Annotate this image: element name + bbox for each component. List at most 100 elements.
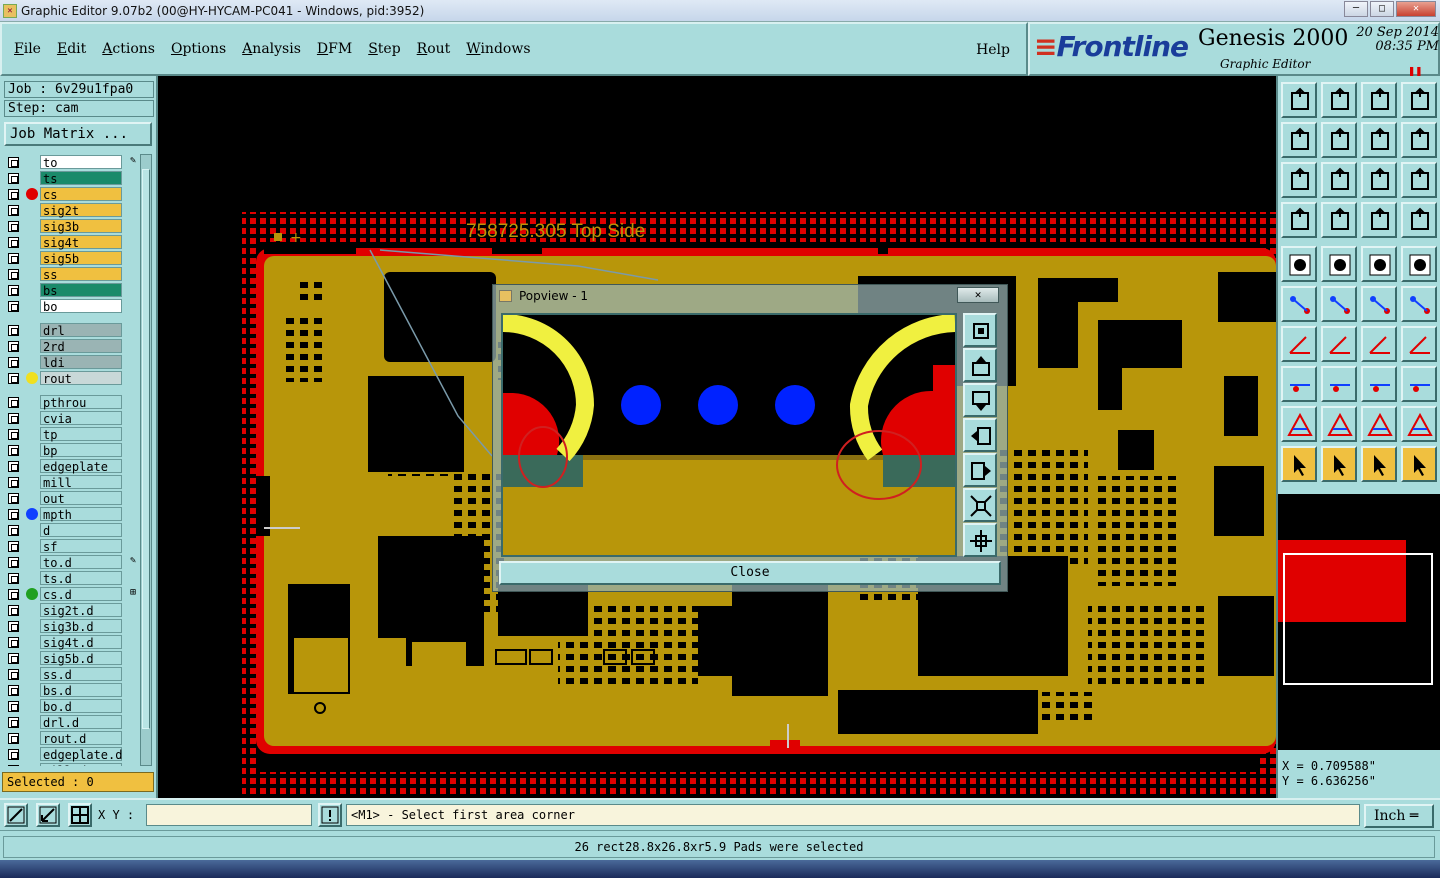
menu-windows[interactable]: Windows: [466, 41, 530, 57]
layer-name[interactable]: out: [40, 491, 122, 506]
layer-name[interactable]: cvia: [40, 411, 122, 426]
layer-checkbox[interactable]: [8, 325, 19, 336]
window-icon[interactable]: [1401, 82, 1437, 118]
layer-name[interactable]: sig5b: [40, 251, 122, 266]
pop-zoom-in-icon[interactable]: [963, 488, 997, 522]
layer-row-ss-d[interactable]: ss.d: [4, 666, 140, 682]
job-matrix-button[interactable]: Job Matrix ...: [4, 122, 152, 146]
unit-selector[interactable]: Inch ═: [1364, 804, 1434, 828]
layer-name[interactable]: ss: [40, 267, 122, 282]
layer-name[interactable]: bo.d: [40, 699, 122, 714]
layer-checkbox[interactable]: [8, 733, 19, 744]
layer-name[interactable]: ss.d: [40, 667, 122, 682]
pointer-nodes-icon[interactable]: [1401, 446, 1437, 482]
layer-name[interactable]: ldi: [40, 355, 122, 370]
menu-dfm[interactable]: DFM: [317, 41, 352, 57]
layer-name[interactable]: drl.d: [40, 715, 122, 730]
overview-thumbnail[interactable]: [1278, 494, 1440, 750]
layer-row-rout-d[interactable]: rout.d: [4, 730, 140, 746]
layer-name[interactable]: sig3b: [40, 219, 122, 234]
layer-checkbox[interactable]: [8, 269, 19, 280]
layer-name[interactable]: edgeplate.d: [40, 747, 122, 762]
layer-checkbox[interactable]: [8, 605, 19, 616]
layer-name[interactable]: cs.d: [40, 587, 122, 602]
layer-row-sig3b-d[interactable]: sig3b.d: [4, 618, 140, 634]
layer-checkbox[interactable]: [8, 669, 19, 680]
angle-icon[interactable]: [1281, 326, 1317, 362]
home-up-icon[interactable]: [1281, 82, 1317, 118]
help-icon[interactable]: [1401, 162, 1437, 198]
pop-zoom-out-icon[interactable]: [963, 523, 997, 557]
layer-row-mill[interactable]: mill: [4, 474, 140, 490]
menu-analysis[interactable]: Analysis: [242, 41, 301, 57]
layer-checkbox[interactable]: [8, 157, 19, 168]
layer-checkbox[interactable]: [8, 397, 19, 408]
layer-row-cs-d[interactable]: cs.d ⊞: [4, 586, 140, 602]
layer-checkbox[interactable]: [8, 557, 19, 568]
layer-name[interactable]: d: [40, 523, 122, 538]
layer-red-alt-icon[interactable]: [1401, 202, 1437, 238]
scale-1-2-icon[interactable]: [1361, 162, 1397, 198]
popview-canvas[interactable]: [501, 313, 957, 557]
layer-row-cs[interactable]: cs: [4, 186, 140, 202]
node-link-icon[interactable]: [1281, 366, 1317, 402]
flip-icon[interactable]: [1401, 326, 1437, 362]
nodes-icon[interactable]: [1281, 286, 1317, 322]
layer-checkbox[interactable]: [8, 205, 19, 216]
layer-checkbox[interactable]: [8, 445, 19, 456]
layer-row-to-d[interactable]: to.d ✎: [4, 554, 140, 570]
layer-name[interactable]: ts: [40, 171, 122, 186]
cross-nodes-icon[interactable]: [1321, 286, 1357, 322]
layer-row-d[interactable]: d: [4, 522, 140, 538]
layer-checkbox[interactable]: [8, 461, 19, 472]
close-window-button[interactable]: ✕: [1396, 1, 1436, 17]
menu-file[interactable]: File: [14, 41, 41, 57]
layer-row-bo[interactable]: bo: [4, 298, 140, 314]
layer-checkbox[interactable]: [8, 637, 19, 648]
triangle-up-icon[interactable]: [1321, 406, 1357, 442]
layer-row-ldi[interactable]: ldi: [4, 354, 140, 370]
red-node-icon[interactable]: [1361, 286, 1397, 322]
layer-name[interactable]: sig5b.d: [40, 651, 122, 666]
fit-icon[interactable]: [1281, 162, 1317, 198]
group-icon[interactable]: [1401, 366, 1437, 402]
layer-row-sig2t[interactable]: sig2t: [4, 202, 140, 218]
layer-row-pthrou[interactable]: pthrou: [4, 394, 140, 410]
layer-checkbox[interactable]: [8, 341, 19, 352]
menu-step[interactable]: Step: [368, 41, 400, 57]
snap-icon[interactable]: [1281, 202, 1317, 238]
pan-left-icon[interactable]: [1281, 122, 1317, 158]
layer-checkbox[interactable]: [8, 589, 19, 600]
grid-icon[interactable]: [68, 803, 92, 827]
layer-checkbox[interactable]: [8, 285, 19, 296]
menu-rout[interactable]: Rout: [417, 41, 451, 57]
layer-checkbox[interactable]: [8, 653, 19, 664]
layer-checkbox[interactable]: [8, 701, 19, 712]
layer-row-rout[interactable]: rout: [4, 370, 140, 386]
layer-checkbox[interactable]: [8, 685, 19, 696]
redraw-icon[interactable]: [1401, 122, 1437, 158]
layer-row-ts[interactable]: ts: [4, 170, 140, 186]
layer-name[interactable]: sig4t: [40, 235, 122, 250]
layer-checkbox[interactable]: [8, 541, 19, 552]
zoom-center-icon[interactable]: [1321, 162, 1357, 198]
layer-name[interactable]: sig2t.d: [40, 603, 122, 618]
layer-name[interactable]: edgeplate: [40, 459, 122, 474]
alert-icon[interactable]: [318, 803, 342, 827]
layer-row-edgeplate[interactable]: edgeplate: [4, 458, 140, 474]
popview-close-button[interactable]: Close: [499, 561, 1001, 585]
layer-row-out[interactable]: out: [4, 490, 140, 506]
triangle-red-icon[interactable]: [1361, 406, 1397, 442]
layer-row-drl-d[interactable]: drl.d: [4, 714, 140, 730]
triangle-split-icon[interactable]: [1401, 406, 1437, 442]
layer-name[interactable]: rout.d: [40, 731, 122, 746]
home-down-icon[interactable]: [1321, 82, 1357, 118]
layer-checkbox[interactable]: [8, 253, 19, 264]
layer-row-bs-d[interactable]: bs.d: [4, 682, 140, 698]
layer-scrollbar[interactable]: [140, 154, 152, 766]
layer-name[interactable]: to.d: [40, 555, 122, 570]
layer-checkbox[interactable]: [8, 765, 19, 766]
mirror-icon[interactable]: [1361, 122, 1397, 158]
menu-actions[interactable]: Actions: [102, 41, 155, 57]
layer-name[interactable]: bs: [40, 283, 122, 298]
